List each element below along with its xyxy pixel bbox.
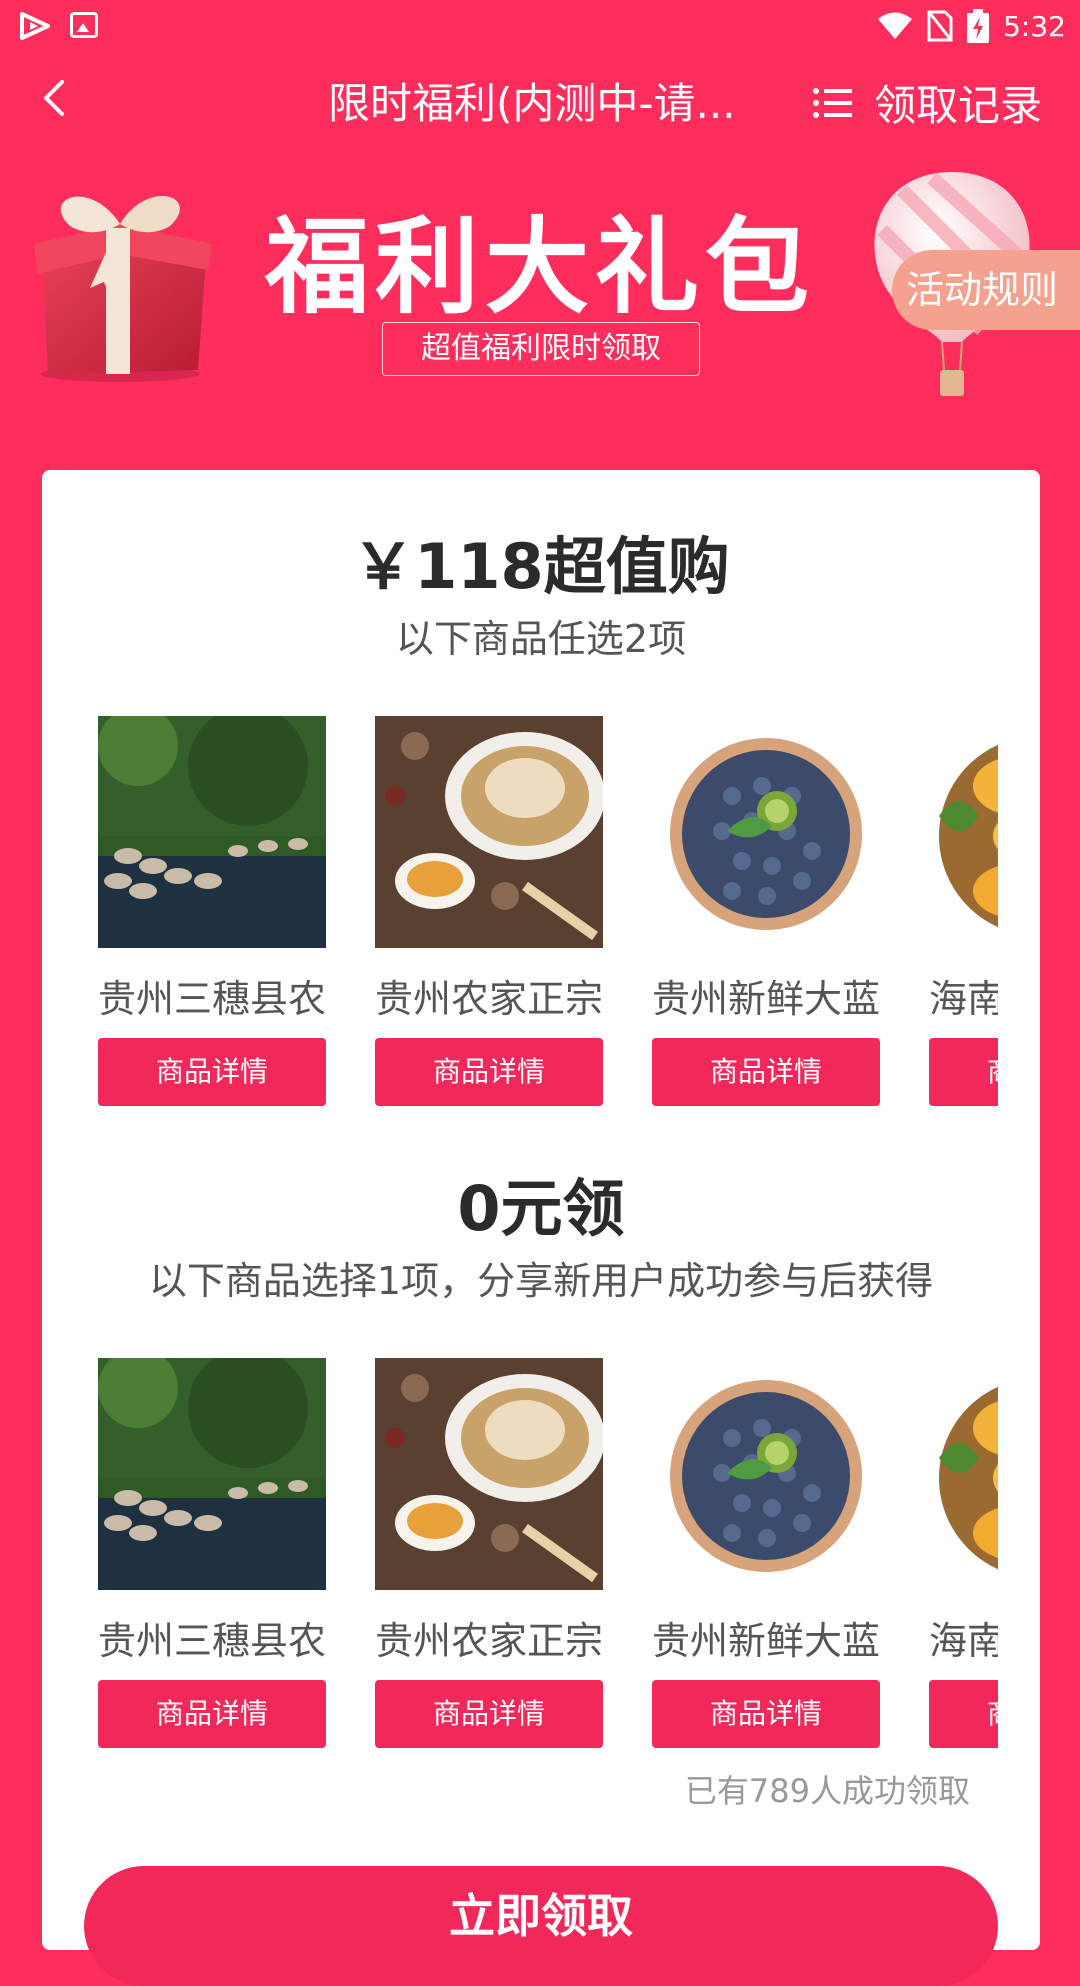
mango-basket-image [929,1358,998,1590]
product-name: 贵州农家正宗 [375,1619,603,1660]
battery-charging-icon [967,9,990,43]
product-list: 贵州三穗县农 商品详情 贵州农家正宗 商品详情 贵州新鲜大蓝 商品详情 海南 [98,1358,998,1748]
section-title: 0元领 [457,1172,625,1245]
product-name: 贵州新鲜大蓝 [652,977,880,1018]
product-name: 贵州农家正宗 [375,977,603,1018]
chicken-soup-image [375,1358,605,1590]
section-subtitle: 以下商品选择1项，分享新用户成功参与后获得 [148,1259,934,1303]
product-name: 贵州三穗县农 [98,977,326,1018]
claim-now-button[interactable]: 立即领取 [84,1866,998,1986]
product-list: 贵州三穗县农 商品详情 贵州农家正宗 商品详情 贵州新鲜大蓝 商品详情 海南 [98,716,998,1106]
clock: 5:32 [1003,9,1066,43]
product-card[interactable]: 贵州农家正宗 商品详情 [375,716,605,1106]
product-card[interactable]: 贵州农家正宗 商品详情 [375,1358,605,1748]
app-play-icon [20,12,50,40]
product-card[interactable]: 贵州三穗县农 商品详情 [98,1358,326,1748]
records-label: 领取记录 [874,81,1043,130]
product-detail-button[interactable]: 商品详情 [652,1038,880,1106]
product-detail-button[interactable]: 商品详情 [375,1680,603,1748]
product-name: 贵州三穗县农 [98,1619,326,1660]
no-sim-icon [927,10,953,42]
product-card[interactable]: 贵州三穗县农 商品详情 [98,716,326,1106]
product-card[interactable]: 海南 商品详情 [929,1358,998,1748]
status-bar: 5:32 [0,0,1080,52]
records-button[interactable]: 领取记录 [812,72,1042,133]
product-detail-button[interactable]: 商品详情 [652,1680,880,1748]
list-icon [813,87,852,118]
section-subtitle: 以下商品任选2项 [395,617,687,661]
welfare-card: ￥118超值购 以下商品任选2项 贵州三穗县农 商品详情 贵州农家正宗 商品详情… [42,470,1040,1986]
product-detail-button[interactable]: 商品详情 [929,1680,998,1748]
product-name: 海南 [929,1619,998,1660]
section-title: ￥118超值购 [352,530,730,603]
gallery-icon [70,12,98,38]
product-card[interactable]: 贵州新鲜大蓝 商品详情 [652,716,880,1106]
page-title: 限时福利(内测中-请... [328,79,736,128]
product-detail-button[interactable]: 商品详情 [375,1038,603,1106]
blueberries-image [652,1358,880,1590]
blueberries-image [652,716,880,948]
product-detail-button[interactable]: 商品详情 [98,1038,326,1106]
geese-river-image [98,716,326,948]
back-button[interactable] [34,76,78,120]
product-card[interactable]: 贵州新鲜大蓝 商品详情 [652,1358,880,1748]
geese-river-image [98,1358,326,1590]
mango-basket-image [929,716,998,948]
product-detail-button[interactable]: 商品详情 [929,1038,998,1106]
product-name: 海南 [929,977,998,1018]
banner-subtitle: 超值福利限时领取 [382,322,700,376]
product-name: 贵州新鲜大蓝 [652,1619,880,1660]
rules-button[interactable]: 活动规则 [892,250,1080,330]
product-card[interactable]: 海南 商品详情 [929,716,998,1106]
product-detail-button[interactable]: 商品详情 [98,1680,326,1748]
claimed-count-text: 已有789人成功领取 [684,1772,970,1810]
wifi-icon [878,12,913,39]
chicken-soup-image [375,716,605,948]
